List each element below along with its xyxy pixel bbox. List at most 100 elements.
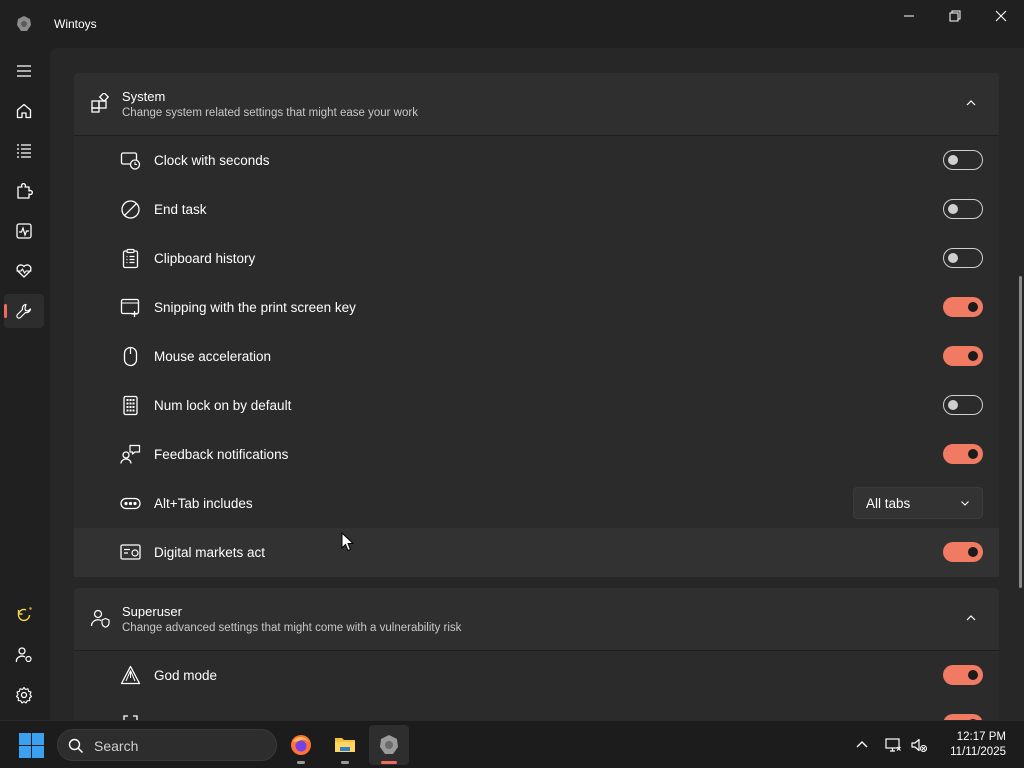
chevron-down-icon	[961, 501, 969, 506]
god-mode-toggle[interactable]	[943, 665, 983, 685]
nav-health[interactable]	[4, 254, 44, 288]
puzzle-icon	[17, 183, 33, 199]
system-section-header[interactable]: System Change system related settings th…	[74, 73, 999, 135]
activity-icon	[16, 223, 32, 239]
title-bar: Wintoys	[0, 0, 1024, 48]
taskbar: Search 12:17 PM 11/11/2025	[0, 720, 1024, 768]
nav-updates[interactable]	[4, 598, 44, 632]
setting-label: Digital markets act	[154, 545, 266, 560]
nav-tweaks[interactable]	[4, 294, 44, 328]
clock-time: 12:17 PM	[956, 731, 1006, 743]
close-icon	[995, 10, 1007, 22]
vertical-scrollbar[interactable]	[1019, 276, 1022, 588]
taskbar-file-explorer[interactable]	[325, 725, 365, 765]
clock-seconds-toggle[interactable]	[943, 150, 983, 170]
setting-label: Clipboard history	[154, 251, 256, 266]
digital-markets-act-toggle[interactable]	[943, 542, 983, 562]
warning-icon	[120, 665, 141, 685]
nav-apps[interactable]	[4, 134, 44, 168]
running-indicator	[381, 761, 397, 764]
setting-label: Clock with seconds	[154, 153, 270, 168]
alt-tab-dropdown[interactable]: All tabs	[853, 487, 983, 519]
chevron-up-icon[interactable]	[965, 612, 977, 624]
home-icon	[16, 103, 32, 119]
restore-icon	[949, 10, 961, 22]
toggle-knob	[948, 204, 958, 214]
toggle-knob	[948, 253, 958, 263]
nav-services[interactable]	[4, 174, 44, 208]
section-subtitle: Change system related settings that migh…	[122, 107, 418, 119]
toggle-knob	[968, 351, 978, 361]
toggle-knob	[968, 302, 978, 312]
taskbar-firefox[interactable]	[281, 725, 321, 765]
wintoys-app-icon	[380, 735, 398, 754]
nav-home[interactable]	[4, 94, 44, 128]
toggle-knob	[968, 449, 978, 459]
nav-menu-button[interactable]	[4, 54, 44, 88]
volume-muted-icon[interactable]	[911, 737, 927, 753]
nav-settings[interactable]	[4, 678, 44, 712]
window-title: Wintoys	[54, 17, 97, 31]
feedback-notifications-toggle[interactable]	[943, 444, 983, 464]
running-indicator	[341, 761, 349, 764]
section-title: System	[122, 89, 166, 104]
feedback-icon	[120, 444, 141, 464]
alttab-icon	[120, 497, 141, 510]
block-icon	[121, 200, 140, 219]
snip-icon	[120, 298, 140, 317]
setting-label: Snipping with the print screen key	[154, 300, 356, 315]
taskbar-search[interactable]: Search	[57, 729, 277, 761]
network-icon[interactable]	[885, 737, 901, 753]
setting-label: Mouse acceleration	[154, 349, 272, 364]
setting-row-clipboard-history: Clipboard history	[74, 234, 999, 283]
setting-row-god-mode: God mode	[74, 651, 999, 700]
chevron-up-icon[interactable]	[965, 97, 977, 109]
setting-label: Num lock on by default	[154, 398, 292, 413]
setting-label: God mode	[154, 668, 218, 683]
wrench-icon	[16, 303, 32, 319]
refresh-icon	[17, 607, 32, 622]
user-settings-icon	[15, 647, 32, 663]
system-settings-list: Clock with seconds End task Clipboard hi…	[74, 135, 999, 577]
folder-icon	[335, 738, 355, 752]
taskbar-clock[interactable]: 12:17 PM 11/11/2025	[950, 730, 1006, 760]
setting-row-end-task: End task	[74, 185, 999, 234]
clipboard-history-toggle[interactable]	[943, 248, 983, 268]
gear-icon	[15, 686, 33, 704]
superuser-section-header[interactable]: Superuser Change advanced settings that …	[74, 588, 999, 650]
setting-label: Alt+Tab includes	[154, 496, 253, 511]
setting-row-partial	[74, 700, 999, 720]
toggle-knob	[948, 155, 958, 165]
end-task-toggle[interactable]	[943, 199, 983, 219]
setting-row-mouse-acceleration: Mouse acceleration	[74, 332, 999, 381]
minimize-button[interactable]	[886, 0, 932, 32]
setting-row-feedback-notifications: Feedback notifications	[74, 430, 999, 479]
taskbar-wintoys[interactable]	[369, 725, 409, 765]
setting-row-clock-seconds: Clock with seconds	[74, 136, 999, 185]
setting-row-snipping: Snipping with the print screen key	[74, 283, 999, 332]
mouse-cursor-icon	[341, 532, 355, 552]
certificate-icon	[120, 544, 141, 560]
snipping-toggle[interactable]	[943, 297, 983, 317]
clock-icon	[120, 152, 141, 170]
setting-row-num-lock: Num lock on by default	[74, 381, 999, 430]
nav-account[interactable]	[4, 638, 44, 672]
close-button[interactable]	[978, 0, 1024, 32]
dropdown-value: All tabs	[866, 496, 911, 511]
chevron-up-icon[interactable]	[854, 737, 870, 753]
restore-button[interactable]	[932, 0, 978, 32]
numpad-icon	[123, 395, 138, 416]
clock-date: 11/11/2025	[950, 746, 1006, 758]
search-placeholder: Search	[94, 738, 139, 754]
apps-list-icon	[17, 144, 31, 158]
user-shield-icon	[90, 609, 110, 628]
nav-performance[interactable]	[4, 214, 44, 248]
mouse-acceleration-toggle[interactable]	[943, 346, 983, 366]
toggle-knob	[968, 547, 978, 557]
num-lock-toggle[interactable]	[943, 395, 983, 415]
running-indicator	[297, 761, 305, 764]
apps-grid-icon	[91, 93, 110, 113]
search-icon	[68, 738, 84, 754]
superuser-settings-list: God mode	[74, 650, 999, 720]
windows-start-icon[interactable]	[19, 733, 44, 758]
